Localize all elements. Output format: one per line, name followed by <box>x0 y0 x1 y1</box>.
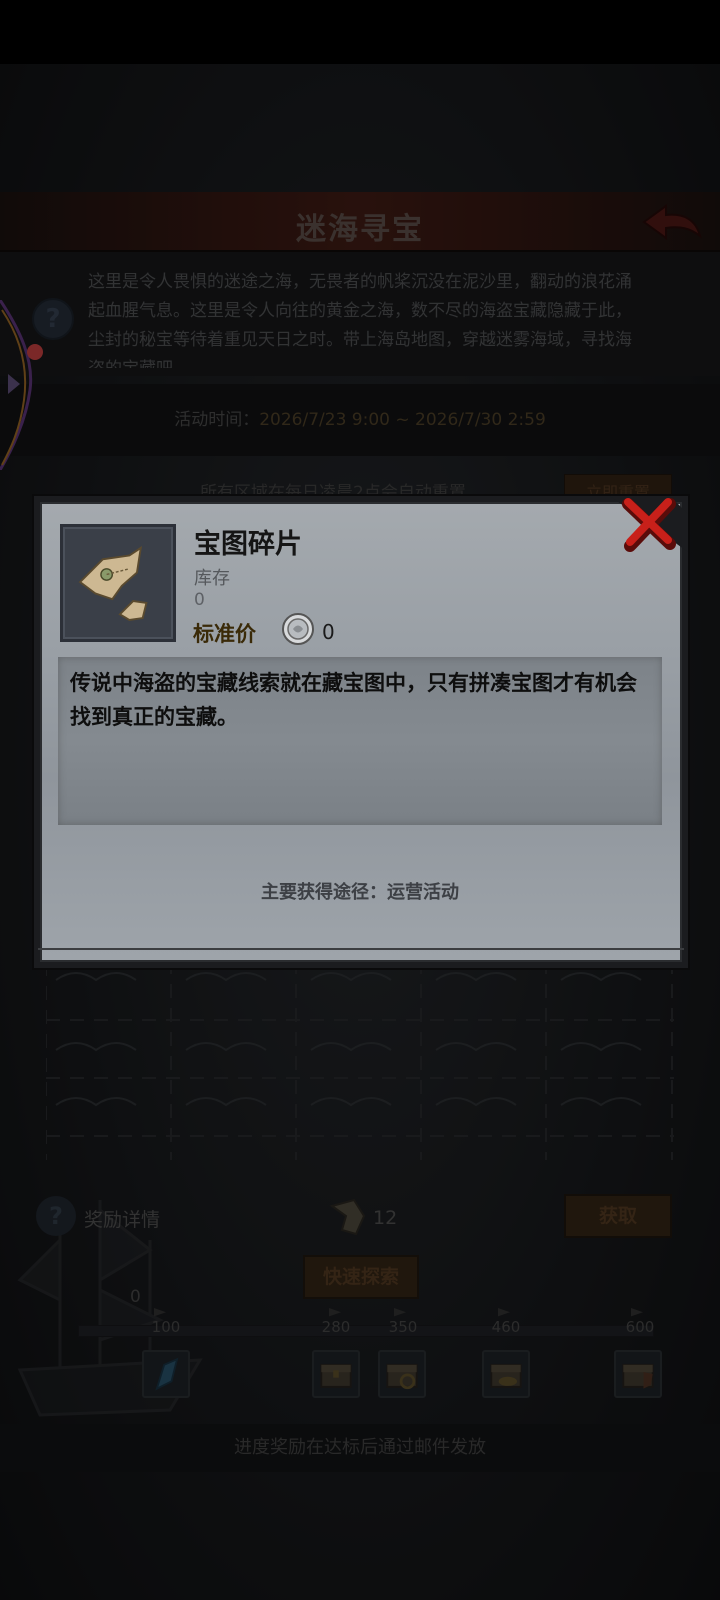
activity-time-label: 活动时间： <box>174 410 260 430</box>
reward-details-label[interactable]: 奖励详情 <box>84 1205 160 1232</box>
sea-grid <box>45 960 674 1160</box>
item-description: 传说中海盗的宝藏线索就在藏宝图中，只有拼凑宝图才有机会找到真正的宝藏。 <box>70 671 637 729</box>
source-text: 主要获得途径：运营活动 <box>261 882 459 903</box>
milestone-label: 600 <box>625 1318 655 1336</box>
reward-chest-icon[interactable] <box>312 1350 360 1398</box>
milestone-label: 350 <box>388 1318 418 1336</box>
stock-value: 0 <box>194 590 205 610</box>
progress-current: 0 <box>130 1287 141 1307</box>
milestone-label: 460 <box>491 1318 521 1336</box>
milestone-label: 100 <box>151 1318 181 1336</box>
reward-crystal-icon[interactable] <box>142 1350 190 1398</box>
item-name: 宝图碎片 <box>194 529 302 560</box>
page-title: 迷海寻宝 <box>296 212 424 247</box>
obtain-button[interactable]: 获取 <box>564 1194 672 1238</box>
intro-text: 这里是令人畏惧的迷途之海，无畏者的帆桨沉没在泥沙里，翻动的浪花涌起血腥气息。这里… <box>88 272 632 368</box>
modal-frame-line <box>38 948 684 950</box>
reward-chest-icon[interactable] <box>614 1350 662 1398</box>
milestone-label: 280 <box>321 1318 351 1336</box>
quick-explore-button[interactable]: 快速探索 <box>303 1255 419 1299</box>
footer-note: 进度奖励在达标后通过邮件发放 <box>0 1424 720 1472</box>
map-fragment-icon <box>329 1198 366 1236</box>
stock-label: 库存 <box>194 568 230 589</box>
back-arrow-icon[interactable] <box>640 200 702 244</box>
close-button[interactable] <box>610 494 690 554</box>
reward-help-icon[interactable]: ? <box>36 1196 76 1236</box>
activity-time: 活动时间：2026/7/23 9:00 ~ 2026/7/30 2:59 <box>0 384 720 456</box>
close-icon <box>610 496 688 552</box>
notification-dot <box>27 344 43 360</box>
status-bar <box>0 0 720 64</box>
silver-coin-icon <box>282 613 314 645</box>
activity-time-value: 2026/7/23 9:00 ~ 2026/7/30 2:59 <box>259 410 546 430</box>
side-drawer-icon[interactable] <box>0 300 34 470</box>
title-banner: 迷海寻宝 <box>0 192 720 252</box>
reward-chest-icon[interactable] <box>482 1350 530 1398</box>
price-label: 标准价 <box>193 622 256 646</box>
treasure-map-fragment-icon <box>78 545 148 621</box>
map-fragment-count: 12 <box>373 1207 398 1229</box>
price-value: 0 <box>322 620 335 644</box>
help-icon[interactable]: ? <box>32 298 74 340</box>
reward-chest-icon[interactable] <box>378 1350 426 1398</box>
item-slot <box>60 524 176 642</box>
